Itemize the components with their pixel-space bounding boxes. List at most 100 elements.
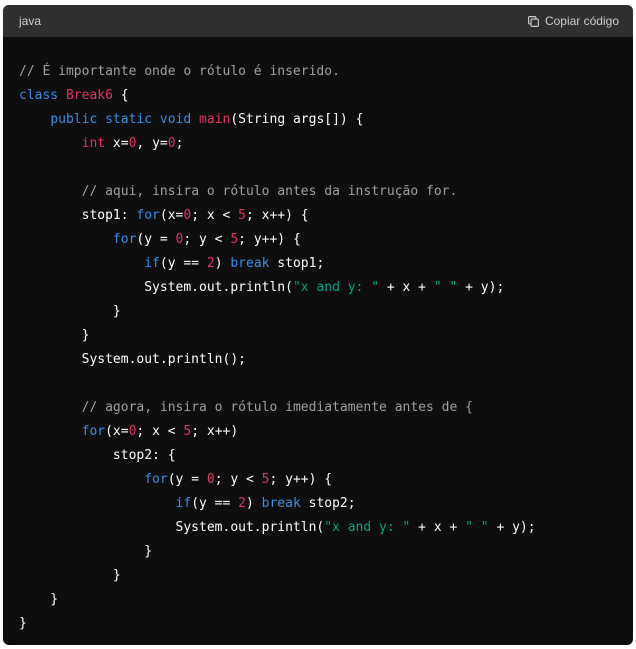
code-line: } — [19, 324, 617, 348]
code-token: "x and y: " — [292, 280, 380, 295]
code-token: stop2: { — [19, 448, 176, 463]
code-line: } — [19, 564, 617, 588]
code-line: if(y == 2) break stop1; — [19, 252, 617, 276]
copy-icon — [528, 15, 539, 27]
code-line: } — [19, 588, 617, 612]
code-token: for — [144, 472, 168, 487]
code-token: ; — [175, 136, 184, 151]
code-token: for — [136, 208, 160, 223]
code-line: stop1: for(x=0; x < 5; x++) { — [19, 204, 617, 228]
code-token: // É importante onde o rótulo é inserido… — [19, 64, 340, 79]
code-token: (x= — [105, 424, 129, 439]
code-line: // É importante onde o rótulo é inserido… — [19, 60, 617, 84]
code-content: // É importante onde o rótulo é inserido… — [3, 37, 633, 636]
code-token: if — [175, 496, 192, 511]
code-token: System.out.println( — [19, 520, 325, 535]
code-token: 5 — [230, 232, 239, 247]
code-line: } — [19, 612, 617, 636]
code-line: // agora, insira o rótulo imediatamente … — [19, 396, 617, 420]
code-token: (y == — [191, 496, 239, 511]
code-token: (y == — [159, 256, 207, 271]
code-token: (y = — [167, 472, 207, 487]
code-line: for(x=0; x < 5; x++) — [19, 420, 617, 444]
code-token: ; y++) { — [238, 232, 301, 247]
code-token: ; x++) { — [246, 208, 309, 223]
code-token: ; x++) — [191, 424, 239, 439]
code-line: for(y = 0; y < 5; y++) { — [19, 228, 617, 252]
code-line: if(y == 2) break stop2; — [19, 492, 617, 516]
code-line: public static void main(String args[]) { — [19, 108, 617, 132]
code-line: } — [19, 300, 617, 324]
code-token: System.out.println( — [19, 280, 293, 295]
code-token: stop1; — [269, 256, 325, 271]
code-token: ) — [246, 496, 262, 511]
code-line: stop2: { — [19, 444, 617, 468]
code-token: (x= — [159, 208, 184, 223]
code-token: 5 — [238, 208, 246, 223]
code-token: + x + — [410, 520, 466, 535]
code-token: ; x < — [191, 208, 239, 223]
code-line: // aqui, insira o rótulo antes da instru… — [19, 180, 617, 204]
copy-label: Copiar código — [544, 14, 619, 28]
code-token: { — [112, 88, 129, 103]
code-token: // aqui, insira o rótulo antes da instru… — [81, 184, 458, 199]
code-token: break — [230, 256, 270, 271]
code-token: } — [19, 592, 59, 607]
code-token: ; y < — [183, 232, 231, 247]
copy-code-button[interactable]: Copiar código — [527, 14, 619, 28]
code-token: 2 — [206, 256, 215, 271]
code-token: } — [19, 304, 121, 319]
code-token: + x + — [379, 280, 434, 295]
code-header: java Copiar código — [3, 5, 633, 37]
code-token: } — [19, 328, 90, 343]
code-token: } — [19, 568, 121, 583]
language-label: java — [19, 14, 42, 28]
code-token: x= — [105, 136, 129, 151]
code-token: } — [19, 616, 27, 631]
code-token: " " — [433, 280, 458, 295]
code-token: 0 — [167, 136, 176, 151]
code-line: } — [19, 540, 617, 564]
code-block: java Copiar código // É importante onde … — [3, 5, 633, 645]
code-token: + y); — [488, 520, 536, 535]
code-token: for — [81, 424, 106, 439]
code-token: , y= — [136, 136, 168, 151]
code-token: break — [261, 496, 301, 511]
code-line: for(y = 0; y < 5; y++) { — [19, 468, 617, 492]
code-token: 0 — [206, 472, 215, 487]
code-token: // agora, insira o rótulo imediatamente … — [81, 400, 473, 415]
code-line: System.out.println("x and y: " + x + " "… — [19, 516, 617, 540]
code-token: public — [50, 112, 98, 127]
code-token: static — [105, 112, 153, 127]
code-token: ) — [214, 256, 231, 271]
code-token: + y); — [457, 280, 505, 295]
code-line: System.out.println("x and y: " + x + " "… — [19, 276, 617, 300]
code-token: ; y < — [214, 472, 262, 487]
code-line: class Break6 { — [19, 84, 617, 108]
code-line: System.out.println(); — [19, 348, 617, 372]
code-line: int x=0, y=0; — [19, 132, 617, 156]
code-token: for — [112, 232, 137, 247]
code-token: stop1: — [19, 208, 137, 223]
code-token: Break6 — [65, 88, 113, 103]
code-token: class — [19, 88, 66, 103]
code-token: main — [199, 112, 231, 127]
code-token: int — [81, 136, 106, 151]
code-token: 2 — [238, 496, 246, 511]
code-token: stop2; — [300, 496, 356, 511]
code-token: (String args[]) { — [230, 112, 364, 127]
